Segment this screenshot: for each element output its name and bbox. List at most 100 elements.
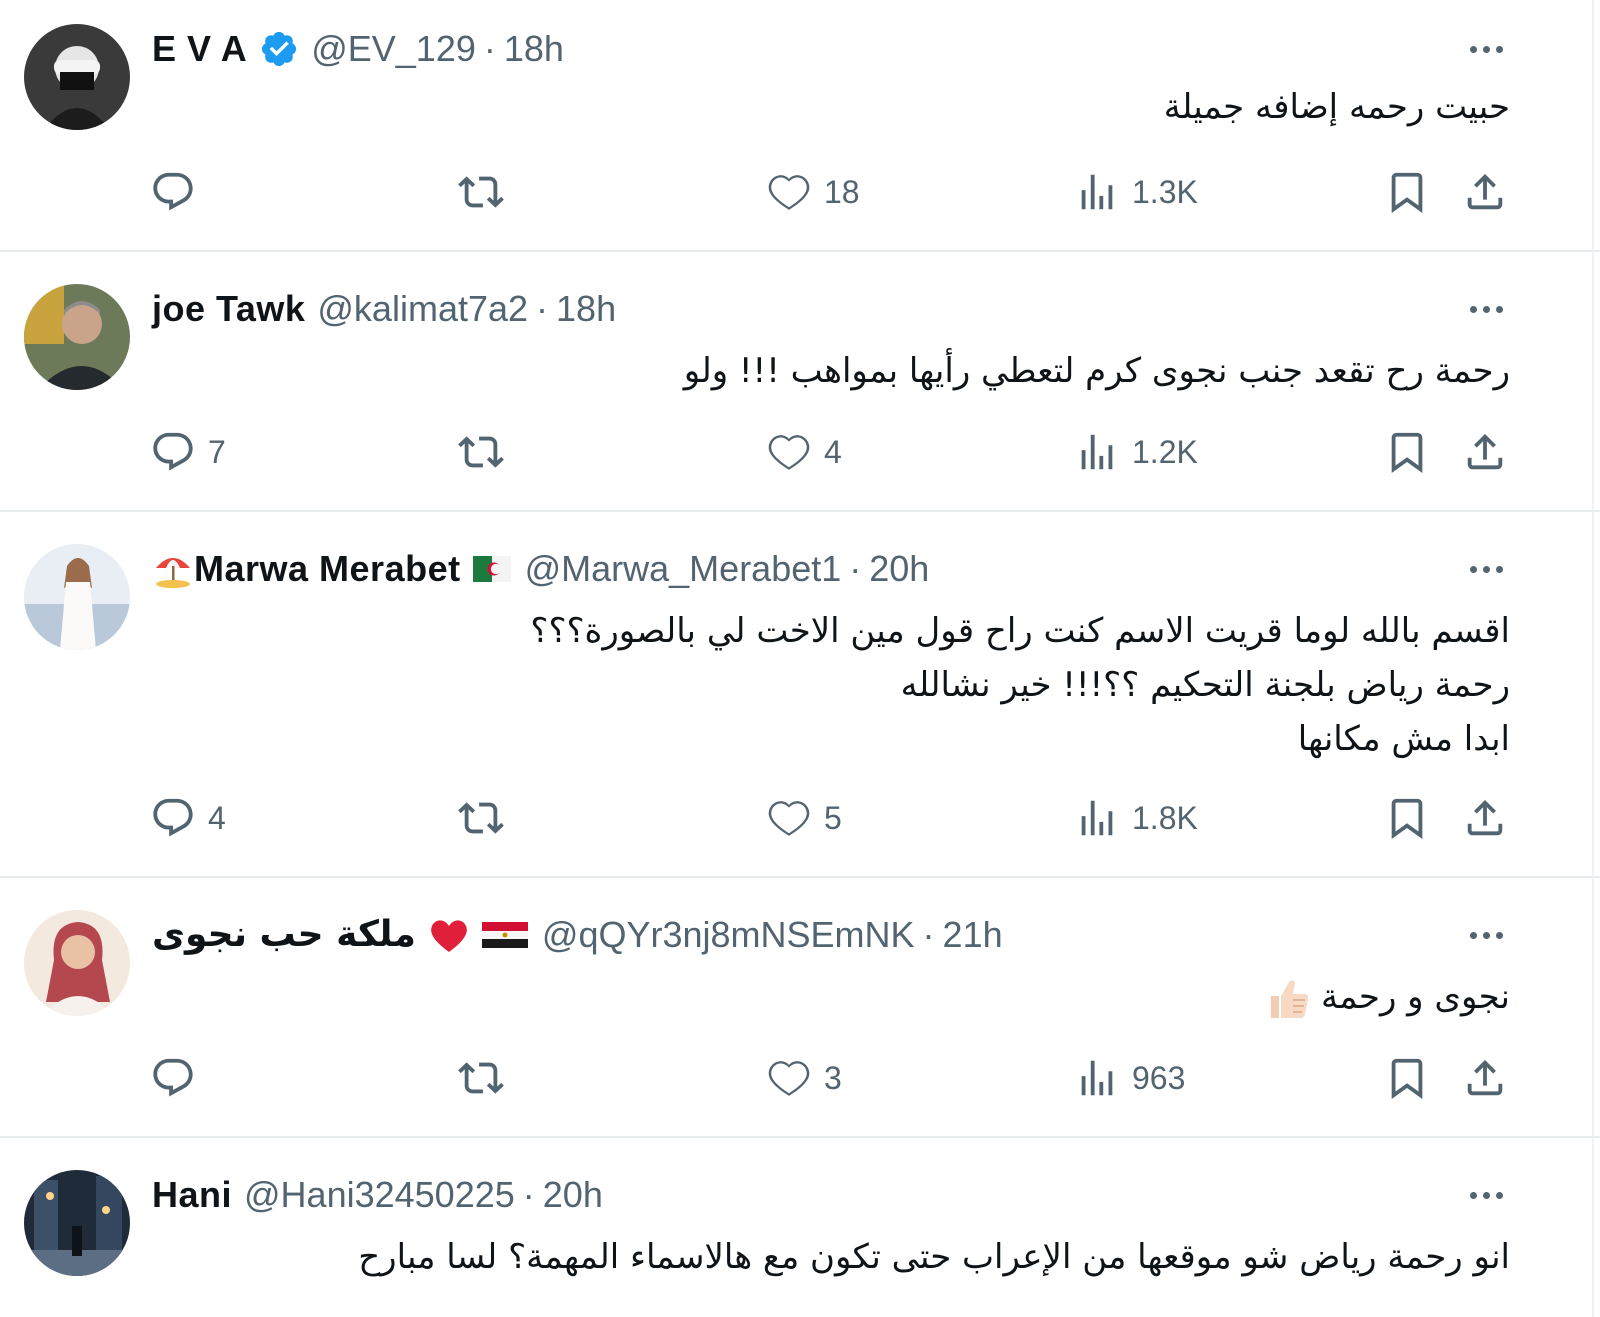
like-button[interactable]: 5 — [766, 788, 842, 848]
retweet-button[interactable] — [458, 788, 504, 848]
tweet-text-line: ابدا مش مكانها — [1297, 719, 1510, 759]
speech-bubble-icon — [153, 172, 193, 211]
like-button[interactable]: 4 — [766, 422, 842, 482]
tweet-header: Marwa Merabet @Marwa_Merabet1 · 20h — [152, 546, 929, 592]
retweet-button[interactable] — [458, 422, 504, 482]
timestamp[interactable]: 20h — [869, 546, 929, 592]
retweet-button[interactable] — [458, 162, 504, 222]
reply-button[interactable] — [150, 1048, 208, 1108]
more-options-button[interactable] — [1462, 920, 1510, 950]
view-count: 1.8K — [1132, 799, 1198, 836]
algeria-flag-icon — [471, 548, 513, 590]
bookmark-button[interactable] — [1384, 162, 1430, 222]
avatar-image — [24, 1170, 130, 1276]
views-button[interactable]: 1.8K — [1074, 788, 1198, 848]
avatar[interactable] — [24, 284, 130, 390]
avatar[interactable] — [24, 1170, 130, 1276]
beach-umbrella-icon — [152, 548, 194, 590]
user-handle[interactable]: @qQYr3nj8mNSEmNK — [542, 912, 915, 958]
share-upload-icon — [1467, 799, 1503, 836]
heart-outline-icon — [768, 801, 810, 836]
tweet-text: رحمة رح تقعد جنب نجوى كرم لتعطي رأيها بم… — [210, 344, 1510, 398]
retweet-arrows-icon — [458, 1062, 504, 1094]
tweet-text: انو رحمة رياض شو موقعها من الإعراب حتى ت… — [210, 1230, 1510, 1284]
like-button[interactable]: 18 — [766, 162, 860, 222]
share-button[interactable] — [1462, 1048, 1508, 1108]
tweet-actions: 3 963 — [0, 1048, 1600, 1108]
more-options-button[interactable] — [1462, 554, 1510, 584]
tweet-text-line: رحمة رياض بلجنة التحكيم ؟؟!!! خير نشالله — [900, 665, 1510, 705]
share-upload-icon — [1467, 173, 1503, 210]
retweet-arrows-icon — [458, 436, 504, 468]
reply-button[interactable] — [150, 162, 208, 222]
display-name[interactable]: Hani — [152, 1172, 232, 1218]
display-name[interactable]: joe Tawk — [152, 286, 305, 332]
timestamp[interactable]: 20h — [543, 1172, 603, 1218]
bookmark-button[interactable] — [1384, 1048, 1430, 1108]
tweet-card[interactable]: joe Tawk @kalimat7a2 · 18h رحمة رح تقعد … — [0, 252, 1600, 510]
bookmark-button[interactable] — [1384, 422, 1430, 482]
avatar-image — [24, 284, 130, 390]
avatar[interactable] — [24, 544, 130, 650]
separator-dot: · — [483, 28, 496, 69]
tweet-text: اقسم بالله لوما قريت الاسم كنت راح قول م… — [210, 604, 1510, 766]
separator-dot: · — [536, 288, 549, 329]
heart-outline-icon — [768, 435, 810, 470]
bar-chart-icon — [1081, 1060, 1113, 1096]
avatar[interactable] — [24, 910, 130, 1016]
views-button[interactable]: 963 — [1074, 1048, 1185, 1108]
timestamp[interactable]: 18h — [556, 286, 616, 332]
avatar-image — [24, 910, 130, 1016]
avatar-image — [24, 544, 130, 650]
bookmark-button[interactable] — [1384, 788, 1430, 848]
display-name[interactable]: Marwa Merabet — [194, 546, 461, 592]
timestamp[interactable]: 18h — [504, 26, 564, 72]
tweet-header: Hani @Hani32450225 · 20h — [152, 1172, 603, 1218]
more-options-button[interactable] — [1462, 294, 1510, 324]
reply-button[interactable]: 7 — [150, 422, 226, 482]
more-options-button[interactable] — [1462, 1180, 1510, 1210]
user-handle[interactable]: @Marwa_Merabet1 — [525, 546, 842, 592]
bookmark-icon — [1391, 798, 1423, 839]
separator-dot: · — [849, 548, 862, 589]
tweet-text: حبيت رحمه إضافه جميلة — [210, 80, 1510, 134]
reply-button[interactable]: 4 — [150, 788, 226, 848]
tweet-card[interactable]: Marwa Merabet @Marwa_Merabet1 · 20h اقسم… — [0, 512, 1600, 876]
bookmark-icon — [1391, 172, 1423, 213]
like-count: 3 — [824, 1059, 842, 1096]
user-handle[interactable]: @Hani32450225 — [244, 1172, 515, 1218]
user-handle[interactable]: @kalimat7a2 — [317, 286, 528, 332]
tweet-header: E V A @EV_129 · 18h — [152, 26, 564, 72]
display-name[interactable]: E V A — [152, 26, 247, 72]
three-dots-icon — [1469, 931, 1477, 939]
views-button[interactable]: 1.3K — [1074, 162, 1198, 222]
tweet-card[interactable]: Hani @Hani32450225 · 20h انو رحمة رياض ش… — [0, 1138, 1600, 1317]
speech-bubble-icon — [153, 798, 193, 837]
more-options-button[interactable] — [1462, 34, 1510, 64]
share-button[interactable] — [1462, 422, 1508, 482]
bookmark-icon — [1391, 432, 1423, 473]
tweet-card[interactable]: E V A @EV_129 · 18h حبيت رحمه إضافه جميل… — [0, 0, 1600, 250]
speech-bubble-icon — [153, 1058, 193, 1097]
like-button[interactable]: 3 — [766, 1048, 842, 1108]
share-button[interactable] — [1462, 162, 1508, 222]
tweet-text-line: انو رحمة رياض شو موقعها من الإعراب حتى ت… — [358, 1237, 1510, 1277]
timestamp[interactable]: 21h — [943, 912, 1003, 958]
tweet-card[interactable]: ملكة حب نجوى @qQYr3nj8mNSEmNK · 21h نجوى… — [0, 878, 1600, 1136]
views-button[interactable]: 1.2K — [1074, 422, 1198, 482]
display-name[interactable]: ملكة حب نجوى — [152, 912, 416, 958]
tweet-feed: E V A @EV_129 · 18h حبيت رحمه إضافه جميل… — [0, 0, 1600, 1317]
bookmark-icon — [1391, 1058, 1423, 1099]
avatar[interactable] — [24, 24, 130, 130]
tweet-text-line: اقسم بالله لوما قريت الاسم كنت راح قول م… — [530, 611, 1510, 651]
retweet-arrows-icon — [458, 802, 504, 834]
retweet-button[interactable] — [458, 1048, 504, 1108]
thumbs-up-icon — [1263, 974, 1313, 1024]
three-dots-icon — [1469, 565, 1477, 573]
avatar-image — [24, 24, 130, 130]
three-dots-icon — [1469, 45, 1477, 53]
user-handle[interactable]: @EV_129 — [311, 26, 476, 72]
reply-count: 4 — [208, 799, 226, 836]
tweet-text-line: رحمة رح تقعد جنب نجوى كرم لتعطي رأيها بم… — [683, 351, 1510, 391]
share-button[interactable] — [1462, 788, 1508, 848]
